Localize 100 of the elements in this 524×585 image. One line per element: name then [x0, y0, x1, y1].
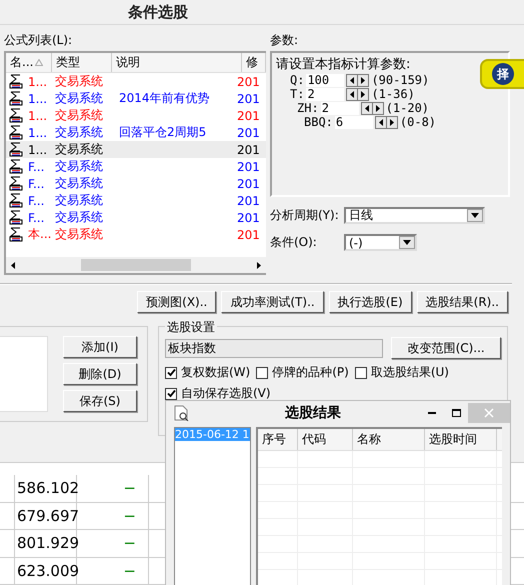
document-search-icon: [174, 404, 189, 420]
formula-type: 交易系统: [54, 124, 104, 142]
formula-name: 1...: [27, 92, 48, 106]
param-input[interactable]: 2: [306, 88, 344, 101]
list-button[interactable]: 保存(S): [63, 390, 137, 412]
formula-row[interactable]: F... 交易系统 201: [6, 158, 266, 176]
formula-icon: [9, 142, 23, 158]
param-input[interactable]: 2: [320, 102, 359, 115]
formula-name: 1...: [27, 142, 48, 157]
formula-date: 201: [236, 210, 261, 225]
formula-row[interactable]: 本... 交易系统 201: [6, 226, 266, 244]
column-header[interactable]: 类型: [52, 53, 112, 72]
formula-type: 交易系统: [54, 209, 104, 226]
change-range-button[interactable]: 改变范围(C)...: [391, 337, 501, 360]
list-button[interactable]: 添加(I): [63, 336, 137, 358]
action-button[interactable]: 成功率测试(T)..: [221, 291, 324, 314]
formula-date: 201: [236, 74, 261, 89]
formula-date: 201: [236, 194, 261, 208]
param-range: (0-8): [400, 115, 436, 130]
horizontal-scrollbar[interactable]: [6, 257, 266, 274]
formula-name: F...: [27, 176, 46, 191]
dialog-title: 条件选股: [128, 2, 188, 22]
formula-date: 201: [236, 126, 261, 140]
formula-icon: [9, 193, 23, 208]
formula-row[interactable]: 1... 交易系统 回落平仓2周期5 201: [6, 124, 266, 142]
column-header[interactable]: 代码: [298, 429, 353, 450]
params-prompt: 请设置本指标计算参数:: [276, 56, 412, 74]
spin-control[interactable]: [360, 102, 384, 115]
caret-icon: [471, 213, 479, 218]
formula-name: 1...: [27, 74, 48, 89]
spin-control[interactable]: [346, 88, 370, 101]
formula-name: 本...: [27, 226, 52, 244]
checkbox[interactable]: [165, 388, 177, 400]
formula-icon: [9, 125, 23, 140]
param-name: Q:: [290, 73, 304, 88]
action-button[interactable]: 预测图(X)..: [137, 291, 216, 314]
formula-icon: [9, 91, 23, 106]
formula-type: 交易系统: [54, 107, 104, 124]
right-arrow-icon: [256, 262, 262, 269]
formula-date: 201: [236, 228, 261, 242]
formula-date: 201: [236, 108, 261, 123]
param-name: ZH:: [297, 101, 319, 116]
formula-name: 1...: [27, 108, 48, 123]
formula-date: 201: [236, 176, 261, 191]
param-range: (1-36): [371, 87, 415, 102]
formula-type: 交易系统: [54, 73, 104, 90]
formula-row[interactable]: 1... 交易系统 201: [6, 73, 266, 90]
formula-name: F...: [27, 160, 46, 174]
column-header[interactable]: 说明: [112, 53, 242, 72]
formula-date: 201: [236, 142, 261, 157]
formula-name: 1...: [27, 126, 48, 140]
formula-row[interactable]: F... 交易系统 201: [6, 175, 266, 192]
period-label: 分析周期(Y):: [270, 207, 340, 224]
column-header[interactable]: 名称: [353, 429, 425, 450]
caret-icon: [403, 240, 411, 246]
spin-control[interactable]: [374, 116, 398, 129]
table-cell: −: [77, 502, 149, 529]
formula-type: 交易系统: [54, 90, 104, 108]
column-header[interactable]: 选股时间: [425, 429, 497, 450]
table-cell: −: [77, 475, 149, 502]
formula-list-label: 公式列表(L):: [4, 32, 74, 50]
left-arrow-icon: [10, 262, 16, 269]
condition-label: 条件(O):: [270, 234, 318, 252]
formula-row[interactable]: F... 交易系统 201: [6, 209, 266, 226]
formula-description: 回落平仓2周期5: [118, 124, 208, 142]
column-header[interactable]: 修: [242, 53, 266, 72]
checkbox[interactable]: [165, 366, 177, 379]
result-title: 选股结果: [285, 404, 341, 422]
param-input[interactable]: 6: [334, 116, 373, 129]
formula-row[interactable]: 1... 交易系统 2014年前有优势 201: [6, 90, 266, 108]
table-cell: 623.009: [15, 558, 77, 584]
checkbox[interactable]: [256, 366, 268, 379]
formula-type: 交易系统: [54, 192, 104, 210]
floating-badge[interactable]: 择: [480, 59, 524, 90]
formula-row[interactable]: 1... 交易系统 201: [6, 141, 266, 158]
spin-control[interactable]: [346, 74, 370, 87]
option-label: 停牌的品种(P): [272, 364, 349, 382]
checkbox[interactable]: [354, 366, 367, 379]
param-input[interactable]: 100: [306, 74, 344, 87]
action-button[interactable]: 执行选股(E): [328, 291, 412, 314]
formula-type: 交易系统: [54, 158, 104, 176]
param-name: BBQ:: [304, 115, 333, 130]
condition-dropdown[interactable]: (-): [344, 234, 417, 252]
formula-name: F...: [27, 210, 46, 225]
table-cell: 679.697: [15, 502, 77, 529]
list-button[interactable]: 删除(D): [63, 363, 137, 386]
param-range: (1-20): [386, 101, 430, 116]
period-dropdown[interactable]: 日线: [344, 207, 485, 224]
table-cell: −: [77, 558, 149, 584]
table-cell: 801.929: [15, 530, 77, 556]
formula-type: 交易系统: [54, 226, 104, 244]
formula-icon: [9, 176, 23, 192]
minimize-icon: [428, 412, 436, 414]
action-button[interactable]: 选股结果(R)..: [416, 291, 508, 314]
formula-row[interactable]: 1... 交易系统 201: [6, 107, 266, 124]
formula-row[interactable]: F... 交易系统 201: [6, 192, 266, 210]
option-label: 自动保存选股(V): [181, 385, 271, 402]
column-header[interactable]: 序号: [258, 429, 298, 450]
range-field[interactable]: 板块指数: [165, 338, 384, 358]
column-header[interactable]: 名...: [6, 53, 52, 72]
